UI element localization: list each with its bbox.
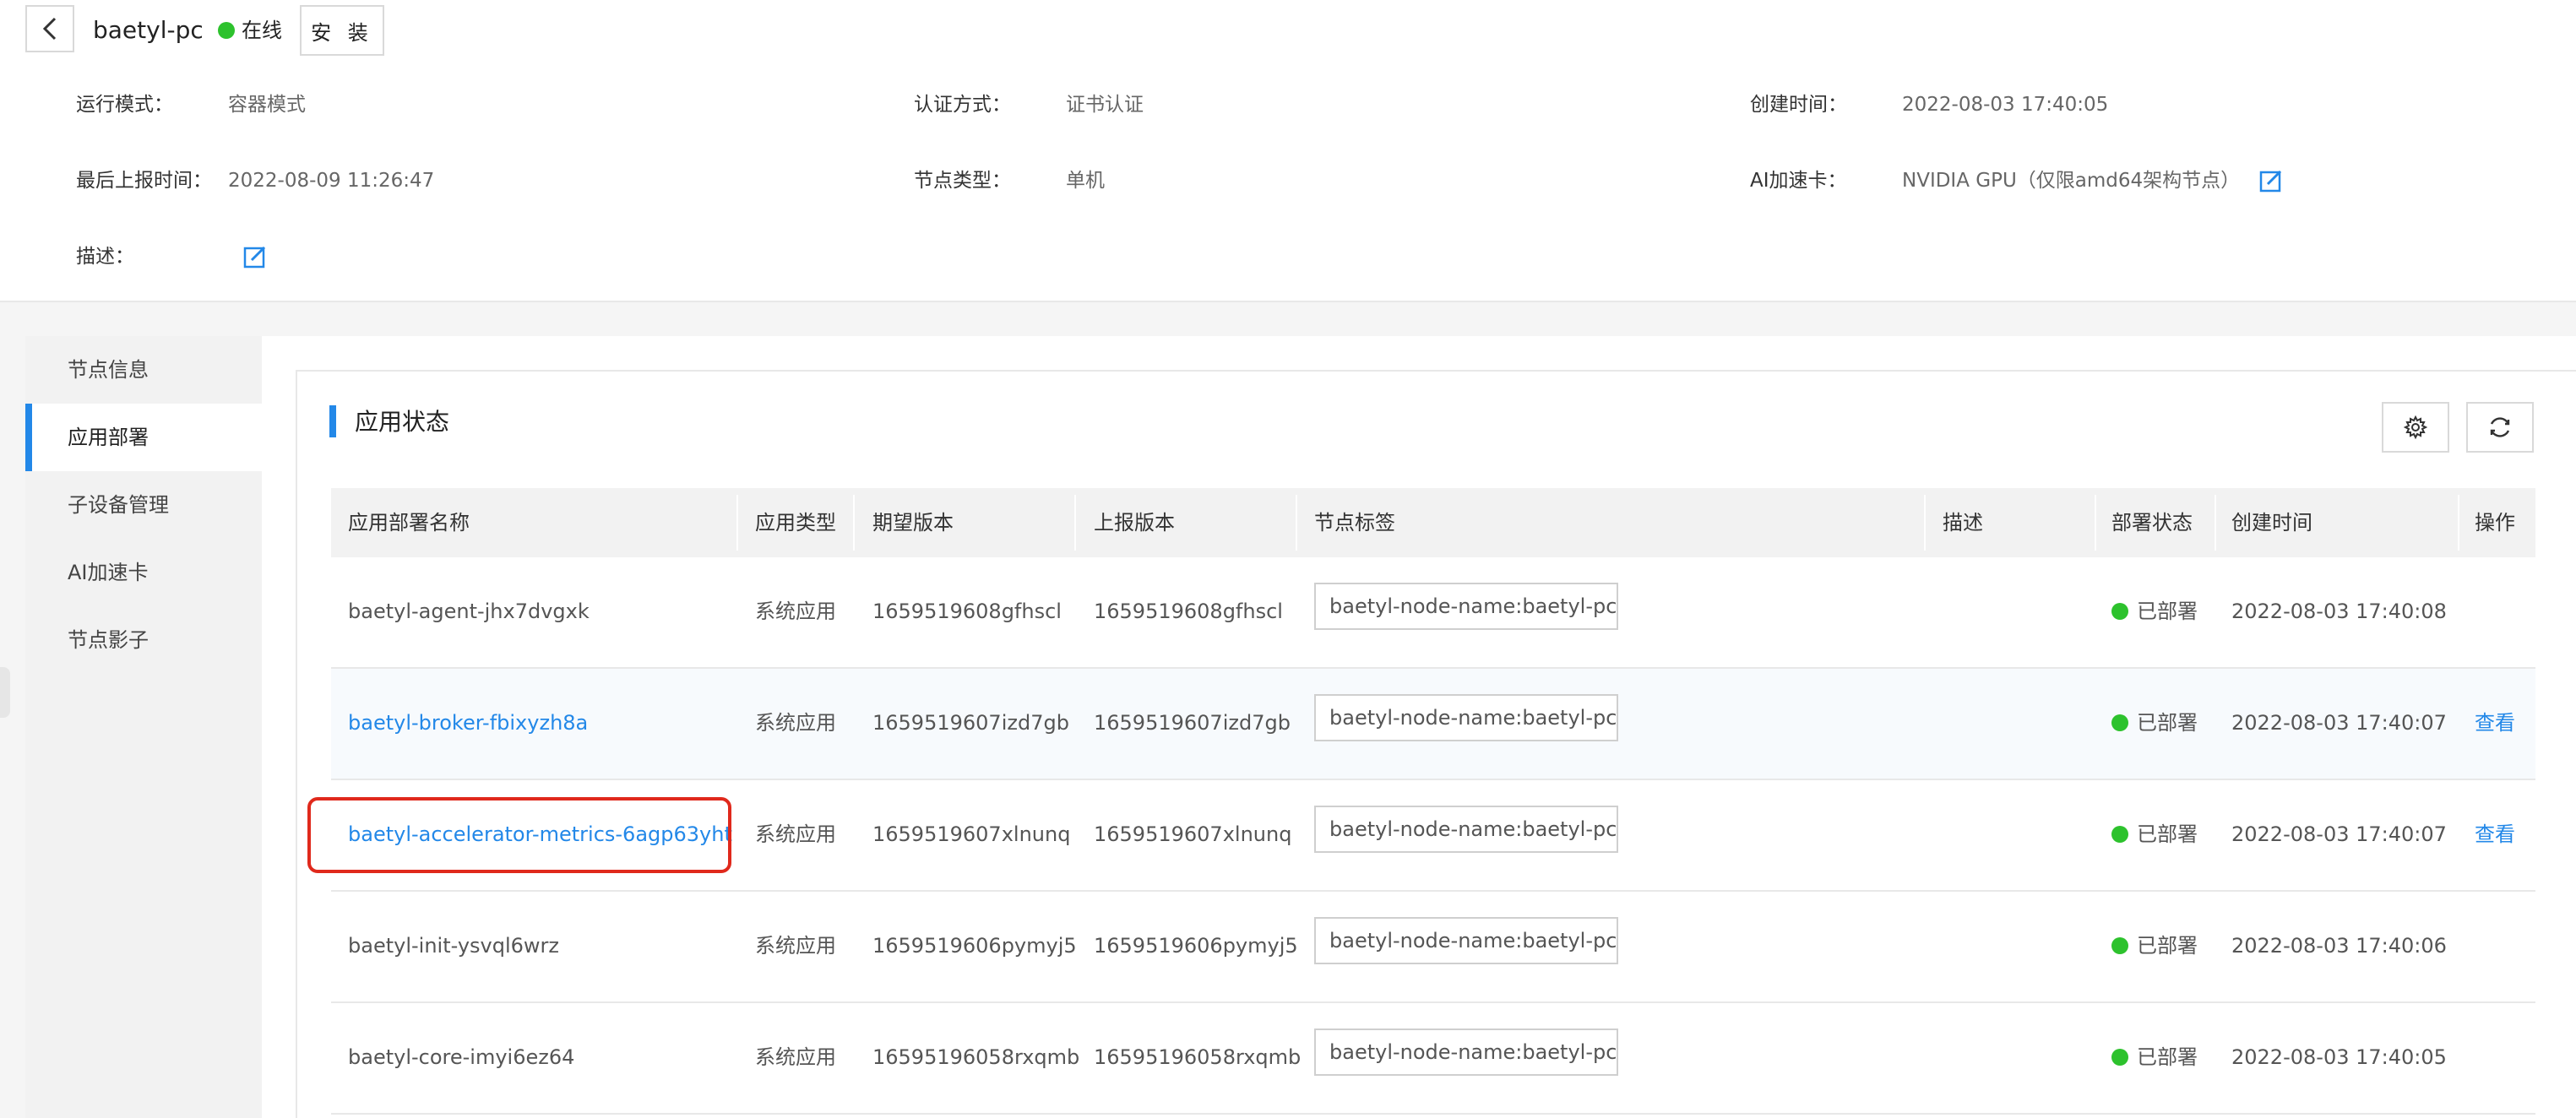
app-type: 系统应用 xyxy=(755,1045,836,1069)
deploy-status: 已部署 xyxy=(2137,934,2198,958)
app-name: baetyl-agent-jhx7dvgxk xyxy=(348,600,590,623)
app-name: baetyl-init-ysvql6wrz xyxy=(348,934,560,958)
last-report-label: 最后上报时间： xyxy=(76,170,212,192)
deploy-status: 已部署 xyxy=(2137,600,2198,623)
install-button[interactable]: 安 装 xyxy=(300,5,384,56)
view-link[interactable]: 查看 xyxy=(2475,708,2515,738)
accel-value: NVIDIA GPU（仅限amd64架构节点） xyxy=(1902,170,2241,192)
sidebar: 节点信息 应用部署 子设备管理 AI加速卡 节点影子 xyxy=(25,336,262,1118)
th-app-type: 应用类型 xyxy=(755,511,836,535)
expected-version: 1659519608gfhscl xyxy=(872,600,1062,623)
deploy-status: 已部署 xyxy=(2137,822,2198,846)
created-time: 2022-08-03 17:40:07 xyxy=(2231,822,2447,846)
title-accent-bar xyxy=(329,405,336,437)
expected-version: 1659519607xlnunq xyxy=(872,822,1071,846)
edit-accel-icon[interactable] xyxy=(2259,169,2283,193)
node-tag: baetyl-node-name:baetyl-pc xyxy=(1314,583,1618,630)
node-header xyxy=(0,0,2576,302)
chevron-left-icon xyxy=(42,17,57,41)
deploy-status-dot xyxy=(2111,714,2128,731)
node-type-label: 节点类型： xyxy=(914,170,1011,192)
created-time: 2022-08-03 17:40:05 xyxy=(2231,1045,2447,1069)
deploy-status-dot xyxy=(2111,826,2128,843)
reported-version: 1659519606pymyj5 xyxy=(1094,934,1298,958)
deploy-status-dot xyxy=(2111,603,2128,620)
run-mode-label: 运行模式： xyxy=(76,94,173,116)
node-tag: baetyl-node-name:baetyl-pc xyxy=(1314,694,1618,741)
column-divider xyxy=(2215,495,2216,551)
created-label: 创建时间： xyxy=(1750,94,1847,116)
card-title: 应用状态 xyxy=(355,408,450,436)
back-button[interactable] xyxy=(25,5,74,52)
node-name: baetyl-pc xyxy=(93,16,204,44)
created-time: 2022-08-03 17:40:06 xyxy=(2231,934,2447,958)
app-type: 系统应用 xyxy=(755,711,836,735)
auth-label: 认证方式： xyxy=(914,94,1011,116)
node-tag: baetyl-node-name:baetyl-pc xyxy=(1314,806,1618,853)
settings-button[interactable] xyxy=(2382,402,2449,453)
created-time: 2022-08-03 17:40:07 xyxy=(2231,711,2447,735)
th-action: 操作 xyxy=(2475,511,2515,535)
edit-desc-icon[interactable] xyxy=(243,245,267,269)
deploy-status: 已部署 xyxy=(2137,711,2198,735)
th-app-name: 应用部署名称 xyxy=(348,511,470,535)
th-description: 描述 xyxy=(1943,511,1983,535)
th-expected-version: 期望版本 xyxy=(872,511,954,535)
sidebar-item-ai-accelerator[interactable]: AI加速卡 xyxy=(25,539,262,606)
reported-version: 16595196058rxqmb xyxy=(1094,1045,1302,1069)
reported-version: 1659519607xlnunq xyxy=(1094,822,1292,846)
column-divider xyxy=(2458,495,2459,551)
sidebar-item-sub-device[interactable]: 子设备管理 xyxy=(25,471,262,539)
column-divider xyxy=(1296,495,1297,551)
accel-label: AI加速卡： xyxy=(1750,170,1847,192)
app-name-link[interactable]: baetyl-broker-fbixyzh8a xyxy=(348,708,588,738)
th-node-tag: 节点标签 xyxy=(1314,511,1395,535)
collapse-handle[interactable] xyxy=(0,667,10,718)
node-tag: baetyl-node-name:baetyl-pc xyxy=(1314,1028,1618,1076)
app-type: 系统应用 xyxy=(755,934,836,958)
table-header xyxy=(331,488,2535,557)
app-type: 系统应用 xyxy=(755,822,836,846)
highlight-annotation-box xyxy=(307,797,731,873)
refresh-icon xyxy=(2490,417,2510,437)
node-tag: baetyl-node-name:baetyl-pc xyxy=(1314,917,1618,964)
expected-version: 1659519606pymyj5 xyxy=(872,934,1077,958)
th-reported-version: 上报版本 xyxy=(1094,511,1175,535)
sidebar-item-app-deploy[interactable]: 应用部署 xyxy=(25,404,262,471)
last-report-value: 2022-08-09 11:26:47 xyxy=(228,170,435,192)
desc-label: 描述： xyxy=(76,246,134,268)
app-type: 系统应用 xyxy=(755,600,836,623)
reported-version: 1659519607izd7gb xyxy=(1094,711,1291,735)
deploy-status: 已部署 xyxy=(2137,1045,2198,1069)
deploy-status-dot xyxy=(2111,1049,2128,1066)
column-divider xyxy=(2095,495,2096,551)
expected-version: 16595196058rxqmb xyxy=(872,1045,1080,1069)
reported-version: 1659519608gfhscl xyxy=(1094,600,1283,623)
gear-icon xyxy=(2403,415,2428,440)
th-created-time: 创建时间 xyxy=(2231,511,2312,535)
created-time: 2022-08-03 17:40:08 xyxy=(2231,600,2447,623)
deploy-status-dot xyxy=(2111,937,2128,954)
sidebar-item-node-info[interactable]: 节点信息 xyxy=(25,336,262,404)
expected-version: 1659519607izd7gb xyxy=(872,711,1069,735)
auth-value: 证书认证 xyxy=(1066,94,1144,116)
sidebar-item-node-shadow[interactable]: 节点影子 xyxy=(25,606,262,674)
app-name: baetyl-core-imyi6ez64 xyxy=(348,1045,575,1069)
column-divider xyxy=(736,495,738,551)
created-value: 2022-08-03 17:40:05 xyxy=(1902,94,2109,116)
column-divider xyxy=(1924,495,1926,551)
online-status-text: 在线 xyxy=(242,19,282,42)
view-link[interactable]: 查看 xyxy=(2475,819,2515,849)
online-status-dot xyxy=(218,22,235,39)
run-mode-value: 容器模式 xyxy=(228,94,306,116)
column-divider xyxy=(853,495,855,551)
th-deploy-status: 部署状态 xyxy=(2111,511,2193,535)
node-type-value: 单机 xyxy=(1066,170,1105,192)
column-divider xyxy=(1074,495,1076,551)
refresh-button[interactable] xyxy=(2466,402,2534,453)
